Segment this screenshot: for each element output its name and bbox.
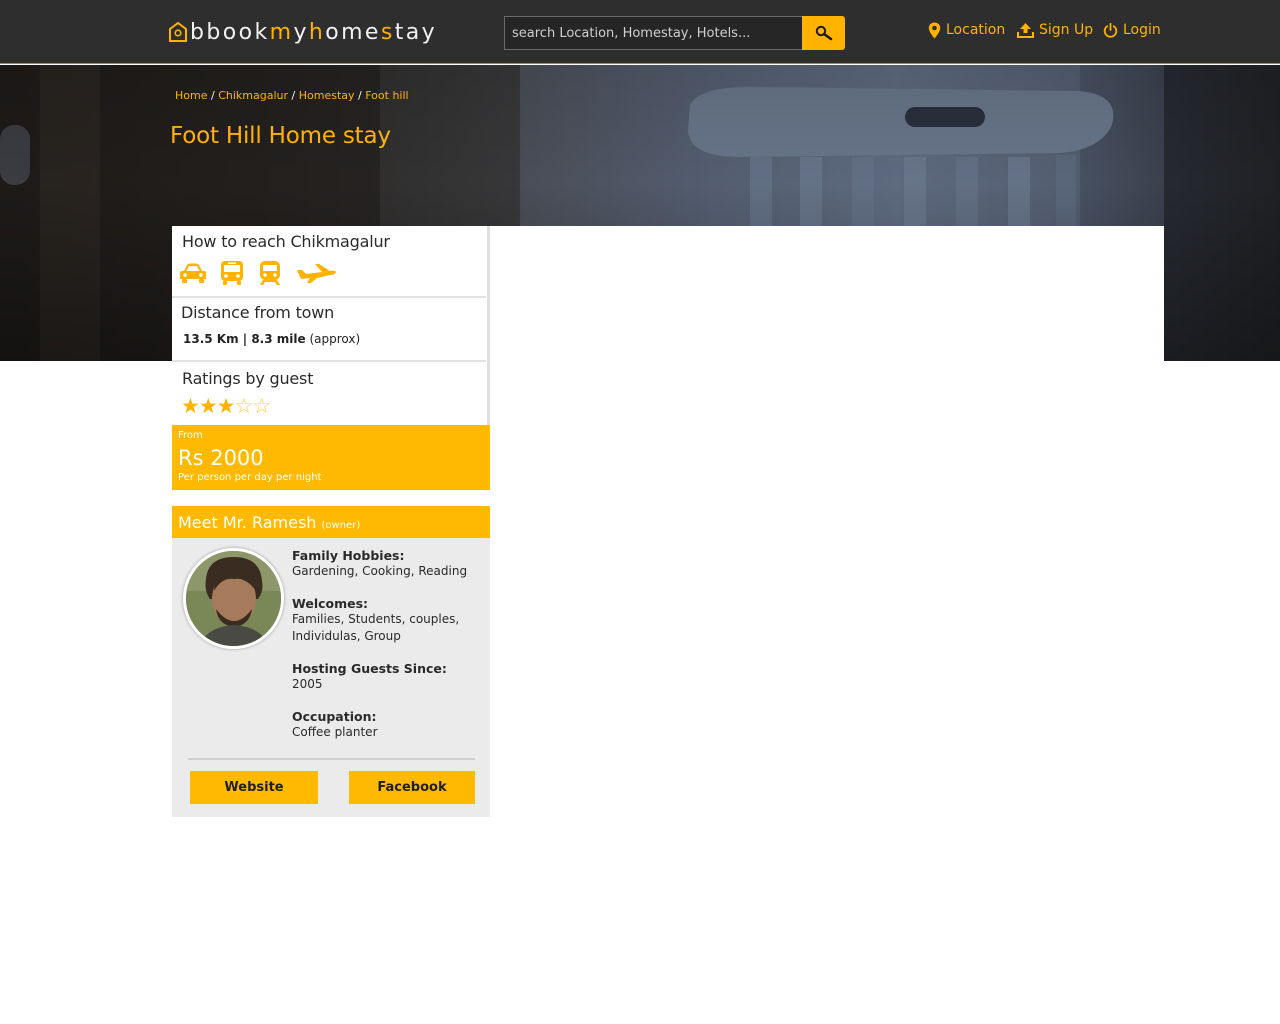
car-icon[interactable]	[179, 262, 207, 284]
breadcrumb: Home / Chikmagalur / Homestay / Foot hil…	[175, 89, 409, 102]
hosting-since-label: Hosting Guests Since:	[292, 661, 447, 676]
price-box: From Rs 2000 Per person per day per nigh…	[172, 425, 490, 490]
nav-location[interactable]: Location	[928, 20, 1005, 40]
nav-location-label: Location	[946, 22, 1006, 38]
star-filled-icon: ★	[198, 394, 218, 418]
owner-card: Family Hobbies: Gardening, Cooking, Read…	[172, 538, 490, 817]
owner-title: Meet Mr. Ramesh (owner)	[178, 513, 360, 532]
plane-icon[interactable]	[295, 261, 337, 285]
rating-stars: ★★★☆☆	[181, 394, 271, 418]
star-empty-icon: ☆	[252, 394, 271, 418]
search-input[interactable]	[504, 16, 802, 50]
distance-value: 13.5 Km | 8.3 mile	[183, 332, 306, 346]
owner-divider	[188, 758, 475, 760]
occupation-label: Occupation:	[292, 709, 377, 724]
nav-login[interactable]: Login	[1103, 20, 1161, 40]
owner-subtitle: (owner)	[321, 520, 361, 531]
price-note: Per person per day per night	[178, 472, 322, 483]
breadcrumb-separator: /	[210, 89, 215, 102]
breadcrumb-foot-hill[interactable]: Foot hill	[365, 89, 408, 102]
price-from-label: From	[178, 430, 203, 441]
ratings-title: Ratings by guest	[182, 369, 314, 388]
section-divider	[172, 296, 486, 298]
reach-title: How to reach Chikmagalur	[182, 232, 390, 251]
star-empty-icon: ☆	[234, 394, 253, 418]
owner-photo	[186, 551, 281, 646]
breadcrumb-home[interactable]: Home	[175, 89, 207, 102]
nav-login-label: Login	[1123, 22, 1161, 38]
top-header: bbookmyhomestay Location Sign Up Login	[0, 0, 1280, 64]
owner-header: Meet Mr. Ramesh (owner)	[172, 506, 490, 538]
star-filled-icon: ★	[181, 394, 200, 418]
transport-icons	[179, 258, 349, 288]
upload-icon	[1017, 23, 1034, 38]
distance-title: Distance from town	[181, 303, 335, 322]
price-amount: Rs 2000	[178, 446, 264, 470]
owner-details: Family Hobbies: Gardening, Cooking, Read…	[292, 548, 482, 757]
home-logo-icon	[169, 21, 187, 42]
breadcrumb-homestay[interactable]: Homestay	[299, 89, 355, 102]
owner-avatar	[183, 548, 284, 649]
breadcrumb-separator: /	[291, 89, 296, 102]
train-icon[interactable]	[257, 260, 283, 286]
distance-note: (approx)	[309, 332, 361, 346]
owner-name: Meet Mr. Ramesh	[178, 513, 317, 532]
bus-icon[interactable]	[219, 260, 245, 286]
info-card: How to reach Chikmagalur Distance from t…	[172, 226, 490, 425]
breadcrumb-separator: /	[358, 89, 362, 102]
occupation-value: Coffee planter	[292, 725, 378, 739]
nav-signup[interactable]: Sign Up	[1017, 20, 1093, 40]
search-icon	[815, 25, 832, 41]
section-divider	[172, 360, 486, 362]
breadcrumb-chikmagalur[interactable]: Chikmagalur	[218, 89, 288, 102]
welcomes-label: Welcomes:	[292, 596, 369, 611]
welcomes-value: Families, Students, couples, Individulas…	[292, 612, 460, 643]
page-title: Foot Hill Home stay	[170, 123, 391, 149]
star-filled-icon: ★	[216, 394, 236, 418]
hobbies-label: Family Hobbies:	[292, 548, 405, 563]
logo[interactable]: bbookmyhomestay	[168, 18, 437, 46]
map-pin-icon	[928, 22, 941, 38]
nav-signup-label: Sign Up	[1039, 22, 1094, 38]
hosting-since-value: 2005	[292, 677, 323, 691]
search-button[interactable]	[802, 16, 845, 50]
facebook-button[interactable]: Facebook	[349, 771, 475, 804]
main-content-panel	[490, 226, 1164, 361]
hobbies-value: Gardening, Cooking, Reading	[292, 564, 468, 578]
power-icon	[1103, 22, 1118, 38]
website-button[interactable]: Website	[190, 771, 318, 804]
distance-text: 13.5 Km | 8.3 mile (approx)	[183, 332, 360, 346]
search-bar	[504, 16, 845, 50]
logo-text: bbookmyhomestay	[190, 19, 438, 45]
